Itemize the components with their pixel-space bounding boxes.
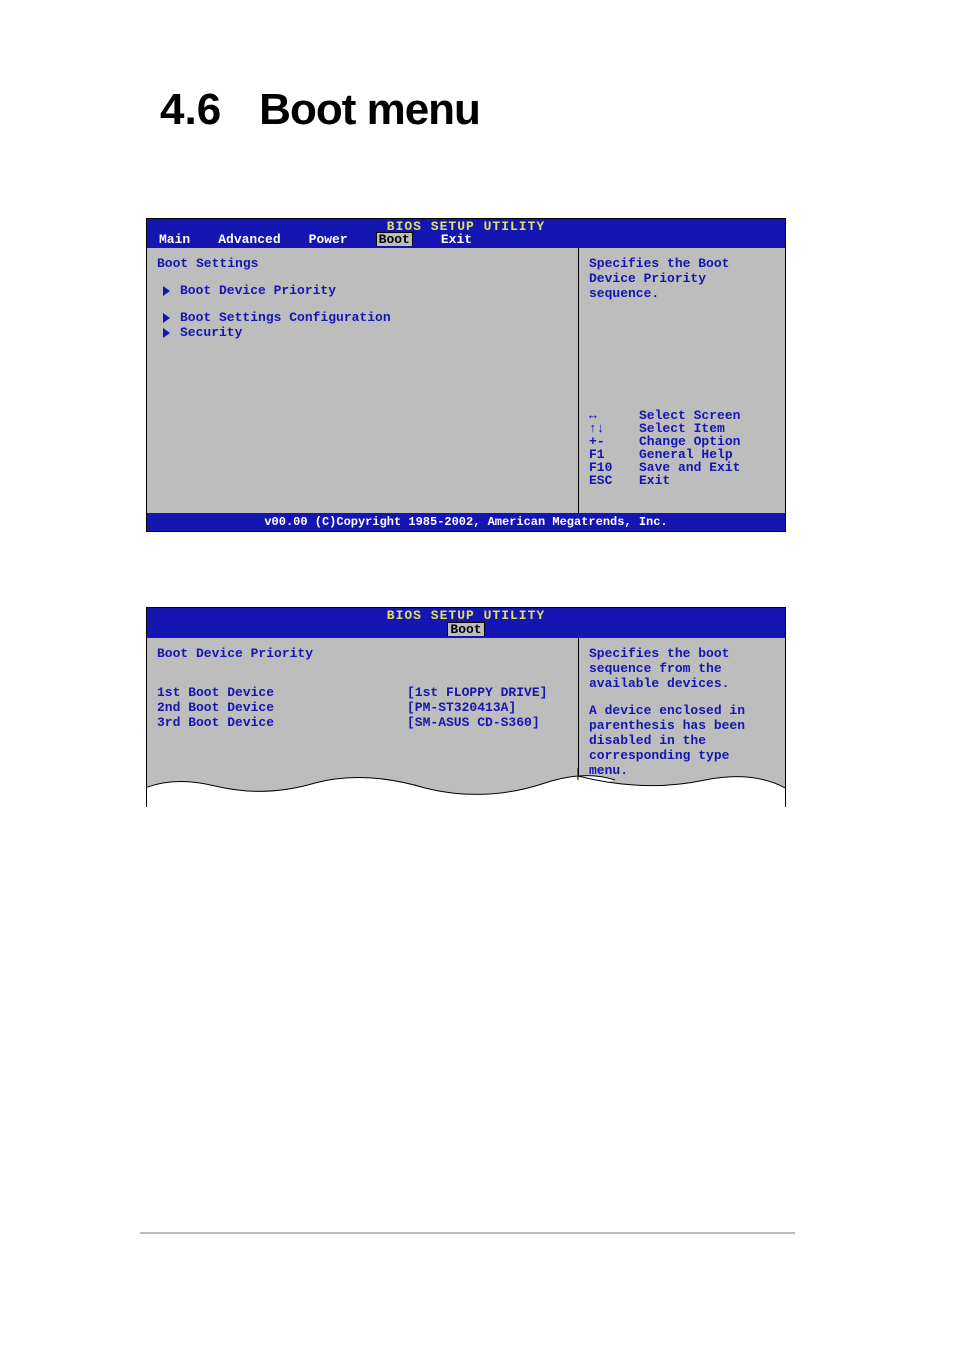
tab-main[interactable]: Main: [159, 233, 190, 246]
tab-power[interactable]: Power: [309, 233, 348, 246]
boot-device-2[interactable]: 2nd Boot Device [PM-ST320413A]: [157, 700, 568, 715]
help-text: Specifies the Boot Device Priority seque…: [589, 256, 759, 301]
tab-exit[interactable]: Exit: [441, 233, 472, 246]
boot-device-1[interactable]: 1st Boot Device [1st FLOPPY DRIVE]: [157, 685, 568, 700]
boot-device-value: [PM-ST320413A]: [407, 700, 516, 715]
bios-right-pane: Specifies the Boot Device Priority seque…: [579, 248, 785, 513]
triangle-icon: [163, 313, 170, 323]
menu-item-label: Boot Settings Configuration: [180, 310, 391, 325]
key-esc-desc: Exit: [639, 474, 775, 487]
triangle-icon: [163, 286, 170, 296]
bios-body: Boot Settings Boot Device Priority Boot …: [147, 248, 785, 513]
boot-device-value: [1st FLOPPY DRIVE]: [407, 685, 547, 700]
boot-device-label: 1st Boot Device: [157, 685, 407, 700]
bios-left-pane: Boot Device Priority 1st Boot Device [1s…: [147, 638, 579, 788]
bios-right-pane: Specifies the boot sequence from the ava…: [579, 638, 785, 788]
help-text-2: A device enclosed in parenthesis has bee…: [589, 703, 764, 778]
menu-item-boot-settings-config[interactable]: Boot Settings Configuration: [157, 310, 568, 325]
bios-footer: v00.00 (C)Copyright 1985-2002, American …: [147, 513, 785, 531]
boot-device-priority-heading: Boot Device Priority: [157, 646, 568, 661]
help-keys: ↔Select Screen ↑↓Select Item +-Change Op…: [589, 409, 775, 487]
bios-screenshot-boot-device-priority: BIOS SETUP UTILITY Boot Boot Device Prio…: [146, 607, 786, 807]
bios-header: BIOS SETUP UTILITY Main Advanced Power B…: [147, 219, 785, 248]
page-title: 4.6 Boot menu: [160, 85, 480, 135]
bios-left-pane: Boot Settings Boot Device Priority Boot …: [147, 248, 579, 513]
menu-item-boot-device-priority[interactable]: Boot Device Priority: [157, 283, 568, 298]
bios-header: BIOS SETUP UTILITY Boot: [147, 608, 785, 638]
tab-boot[interactable]: Boot: [376, 232, 413, 246]
triangle-icon: [163, 328, 170, 338]
boot-device-value: [SM-ASUS CD-S360]: [407, 715, 540, 730]
menu-item-label: Security: [180, 325, 242, 340]
menu-item-security[interactable]: Security: [157, 325, 568, 340]
section-title: Boot menu: [259, 85, 480, 134]
boot-device-3[interactable]: 3rd Boot Device [SM-ASUS CD-S360]: [157, 715, 568, 730]
section-number: 4.6: [160, 85, 221, 134]
page-footer-rule: [140, 1232, 795, 1234]
bios-screenshot-boot-settings: BIOS SETUP UTILITY Main Advanced Power B…: [146, 218, 786, 532]
tab-boot[interactable]: Boot: [447, 622, 484, 636]
menu-item-label: Boot Device Priority: [180, 283, 336, 298]
bios-title: BIOS SETUP UTILITY: [147, 609, 785, 622]
boot-device-label: 3rd Boot Device: [157, 715, 407, 730]
bios-menubar: Boot: [147, 622, 785, 638]
bios-body: Boot Device Priority 1st Boot Device [1s…: [147, 638, 785, 788]
boot-settings-heading: Boot Settings: [157, 256, 568, 271]
key-esc: ESC: [589, 474, 639, 487]
help-text-1: Specifies the boot sequence from the ava…: [589, 646, 759, 691]
bios-menubar: Main Advanced Power Boot Exit: [147, 233, 785, 248]
boot-device-label: 2nd Boot Device: [157, 700, 407, 715]
tab-advanced[interactable]: Advanced: [218, 233, 280, 246]
